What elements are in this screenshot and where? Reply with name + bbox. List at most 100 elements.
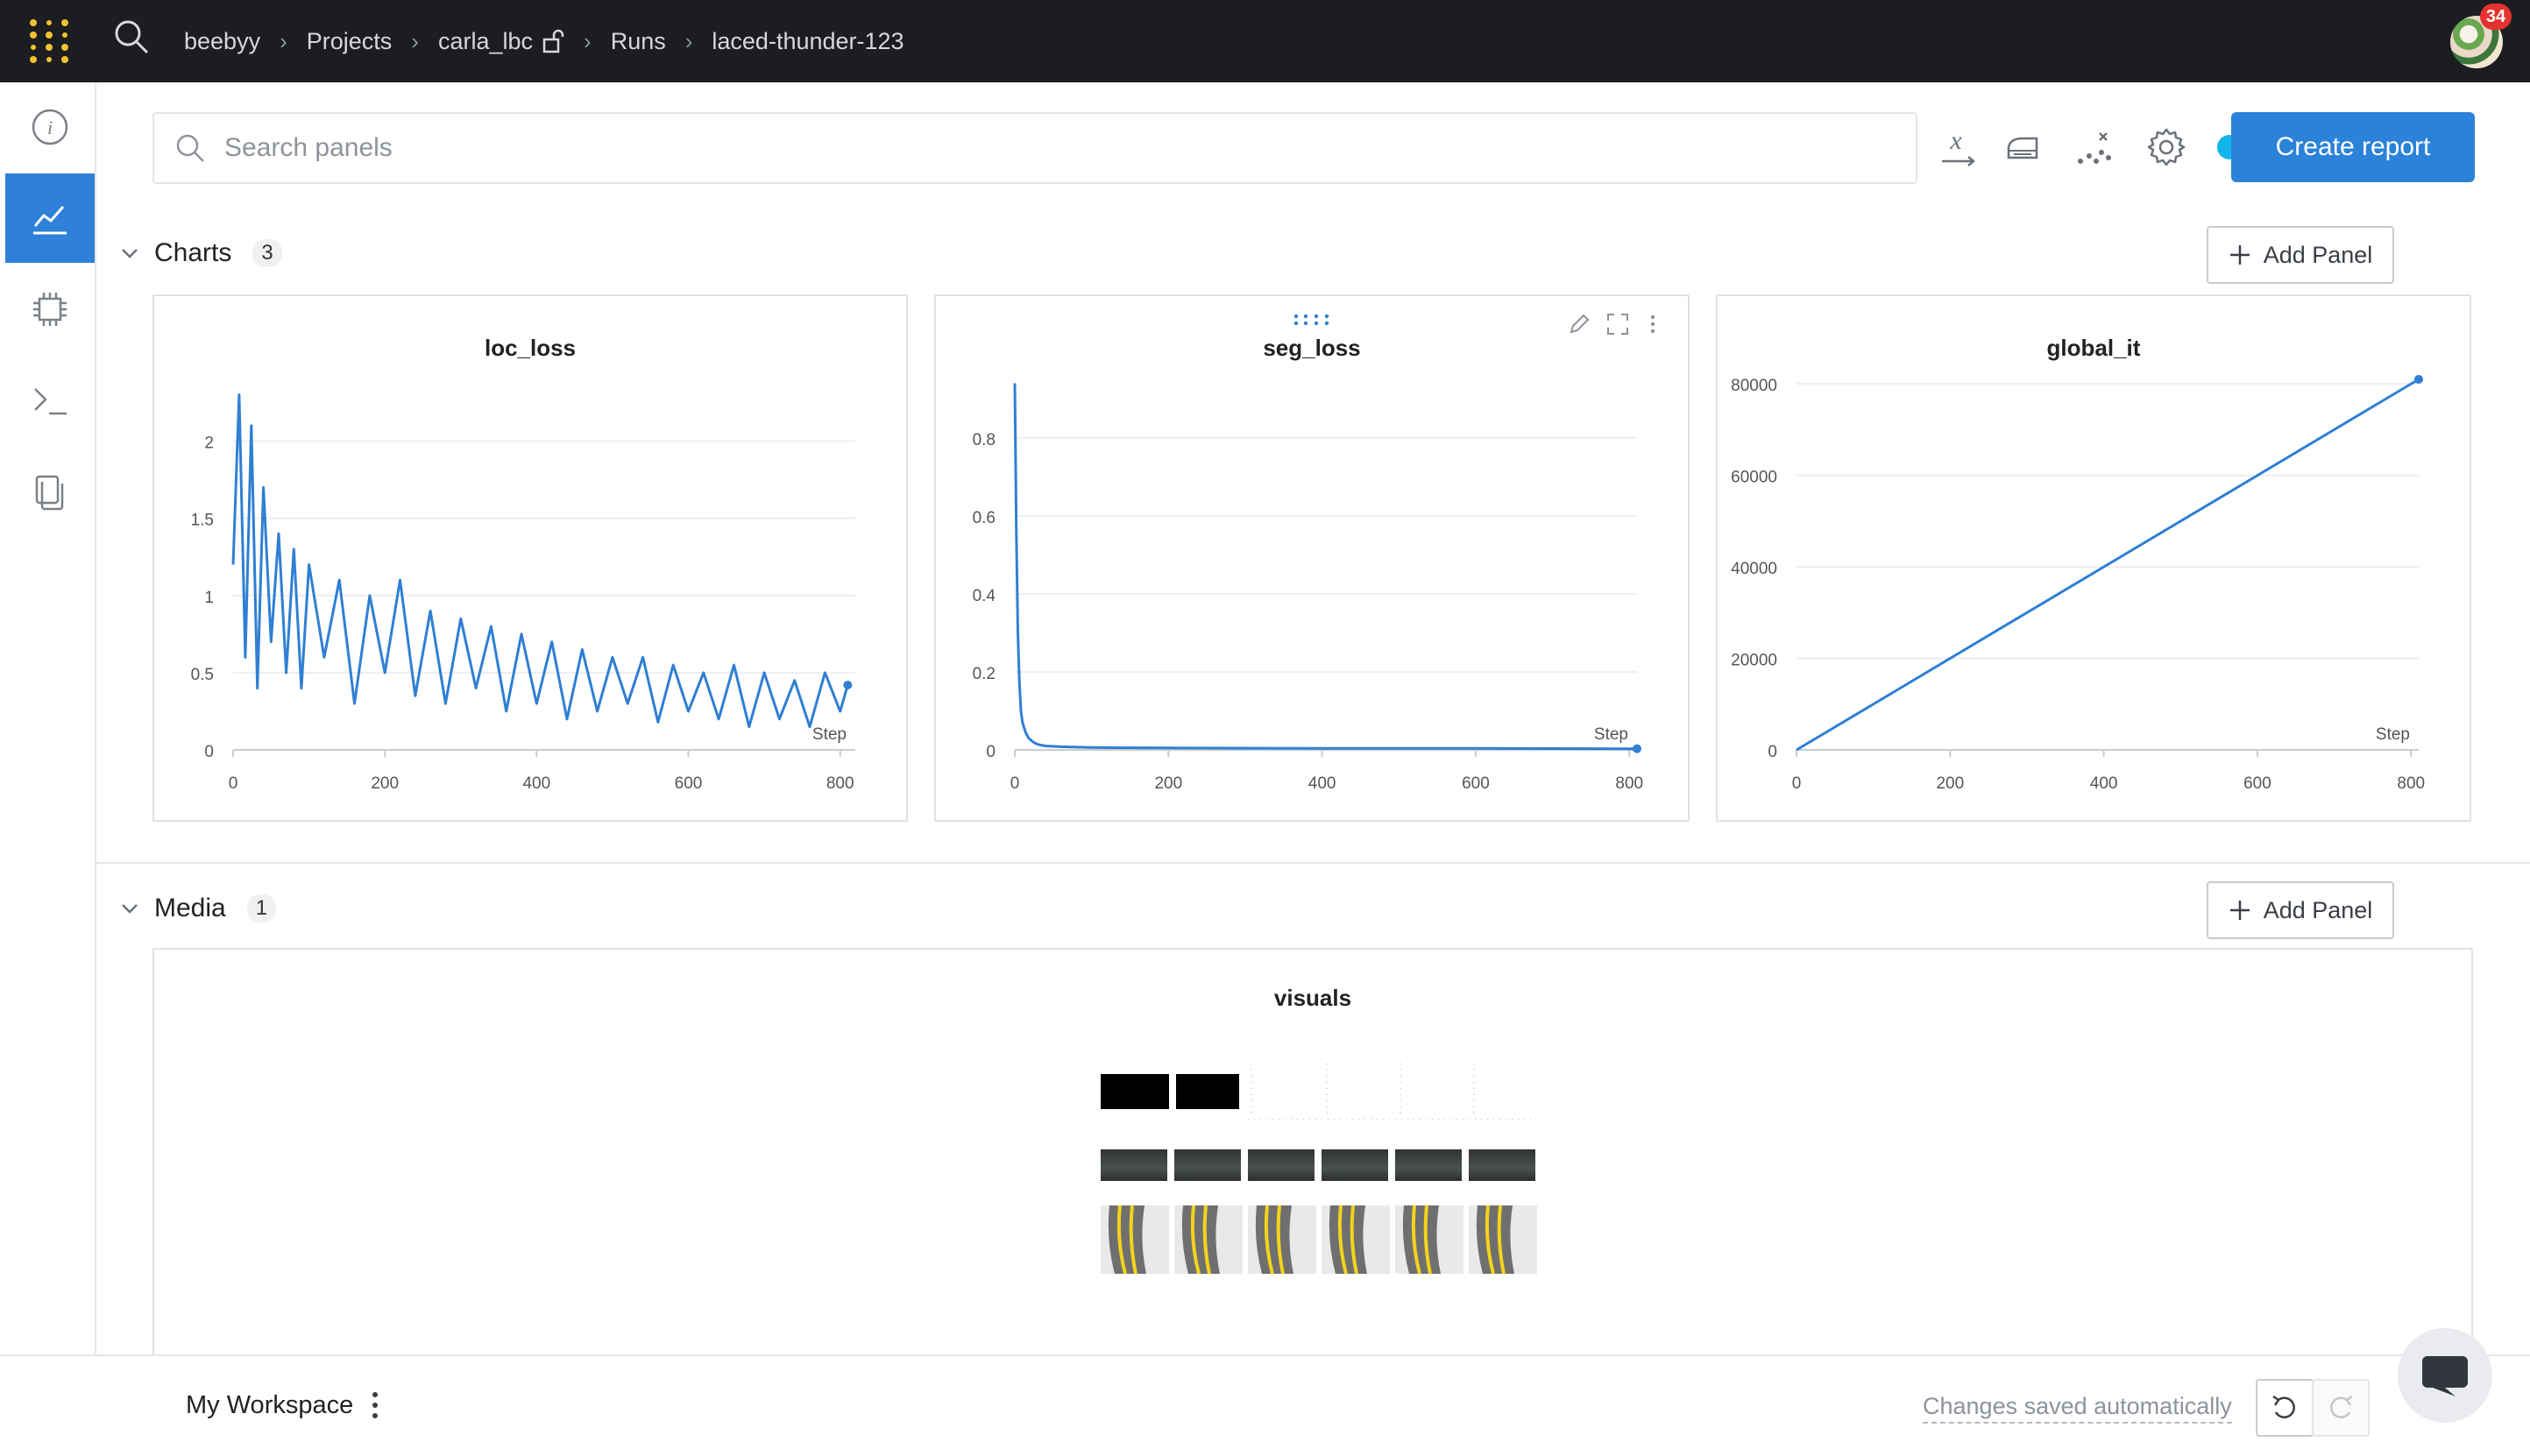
media-image[interactable]: [1395, 1205, 1463, 1274]
charts-section-title: Charts: [154, 238, 232, 267]
smoothing-button[interactable]: [2000, 124, 2045, 170]
left-sidebar: i: [0, 82, 96, 1454]
section-divider: [96, 862, 2530, 864]
chart-panel-loc-loss[interactable]: loc_loss 0 0.5 1 1.5 2 0 200 400 600 800 Step: [152, 294, 908, 822]
settings-button[interactable]: [2144, 124, 2189, 170]
top-bar: beebyy › Projects › carla_lbc › Runs › l…: [0, 0, 2530, 82]
loc-loss-plot[interactable]: 0 0.5 1 1.5 2 0 200 400 600 800 Step: [154, 296, 906, 820]
breadcrumb-runs[interactable]: Runs: [611, 28, 666, 55]
breadcrumb-projects[interactable]: Projects: [307, 28, 393, 55]
media-image[interactable]: [1322, 1149, 1388, 1181]
charts-section-count: 3: [252, 239, 282, 267]
charts-add-panel-label: Add Panel: [2263, 241, 2373, 268]
sidebar-item-overview[interactable]: i: [5, 82, 95, 172]
x-axis-label: Step: [2376, 725, 2410, 744]
y-tick-label: 0: [1768, 743, 1777, 761]
y-tick-label: 60000: [1731, 469, 1777, 487]
series-end-point: [2414, 375, 2423, 384]
plus-icon: [2229, 901, 2250, 920]
workspace-main: x Create report Charts 3: [96, 82, 2530, 1361]
x-tick-label: 200: [1936, 774, 1964, 793]
lock-icon: [542, 29, 564, 53]
breadcrumb-user[interactable]: beebyy: [184, 28, 260, 55]
undo-button[interactable]: [2256, 1379, 2314, 1437]
x-tick-label: 600: [2243, 774, 2271, 793]
notification-badge[interactable]: 34: [2480, 4, 2512, 30]
series-line: [1796, 378, 2420, 752]
chevron-right-icon: ›: [411, 27, 419, 54]
media-image[interactable]: [1101, 1149, 1167, 1181]
breadcrumb-run[interactable]: laced-thunder-123: [712, 28, 904, 55]
media-image[interactable]: [1174, 1205, 1243, 1274]
y-tick-label: 0: [986, 743, 996, 761]
x-tick-label: 400: [2090, 774, 2118, 793]
road-surface: [1402, 1205, 1441, 1274]
y-tick-label: 1: [204, 589, 214, 607]
sidebar-item-logs[interactable]: [5, 356, 95, 445]
road-surface: [1255, 1205, 1293, 1274]
media-image[interactable]: [1322, 1205, 1390, 1274]
y-tick-label: 1.5: [191, 512, 214, 530]
media-section-toggle[interactable]: Media 1: [117, 894, 277, 923]
media-image-blank[interactable]: [1248, 1062, 1537, 1123]
media-image[interactable]: [1248, 1149, 1315, 1181]
y-tick-label: 40000: [1731, 560, 1777, 578]
x-tick-label: 800: [1615, 774, 1643, 793]
sidebar-item-system[interactable]: [5, 265, 95, 354]
seg-loss-plot[interactable]: 0 0.2 0.4 0.6 0.8 0 200 400 600 800 Step: [936, 296, 1688, 820]
media-image[interactable]: [1469, 1149, 1535, 1181]
svg-text:i: i: [47, 117, 53, 138]
save-status: Changes saved automatically: [1923, 1393, 2232, 1424]
sidebar-item-charts[interactable]: [5, 173, 95, 263]
svg-text:x: x: [1949, 126, 1962, 155]
breadcrumb: beebyy › Projects › carla_lbc › Runs › l…: [184, 0, 904, 82]
global-it-plot[interactable]: 0 20000 40000 60000 80000 0 200 400 600 800 Step: [1718, 296, 2470, 820]
create-report-button[interactable]: Create report: [2231, 112, 2475, 182]
outliers-icon: [2078, 132, 2111, 164]
series-end-point: [843, 680, 853, 689]
chart-panel-global-it[interactable]: global_it 0 20000 40000 60000 80000 0 200 400 60…: [1716, 294, 2471, 822]
x-tick-label: 800: [826, 774, 854, 793]
x-axis-icon: x: [1942, 126, 1975, 166]
breadcrumb-project-label: carla_lbc: [437, 27, 534, 54]
road-surface: [1108, 1205, 1146, 1274]
workspace-menu-icon[interactable]: [366, 1388, 384, 1423]
search-input[interactable]: [223, 132, 1891, 164]
media-panel-visuals[interactable]: visuals: [152, 948, 2473, 1361]
charts-section-toggle[interactable]: Charts 3: [117, 238, 282, 268]
series-end-point: [1633, 744, 1641, 753]
logo-icon[interactable]: [25, 16, 74, 65]
media-image[interactable]: [1101, 1205, 1169, 1274]
x-axis-button[interactable]: x: [1935, 124, 1981, 170]
x-tick-label: 200: [1154, 774, 1182, 793]
chat-button[interactable]: [2398, 1328, 2492, 1423]
x-tick-label: 0: [229, 774, 238, 793]
media-image[interactable]: [1395, 1149, 1462, 1181]
breadcrumb-project[interactable]: carla_lbc: [438, 28, 564, 55]
undo-icon: [2272, 1395, 2295, 1418]
redo-icon: [2330, 1395, 2353, 1418]
media-image[interactable]: [1248, 1205, 1316, 1274]
media-image[interactable]: [1101, 1074, 1169, 1109]
media-image[interactable]: [1176, 1074, 1239, 1109]
road-surface: [1476, 1205, 1514, 1274]
x-tick-label: 0: [1792, 774, 1802, 793]
redo-button[interactable]: [2312, 1379, 2370, 1437]
search-icon: [176, 134, 204, 162]
workspace-name[interactable]: My Workspace: [186, 1391, 353, 1420]
outliers-button[interactable]: [2072, 124, 2117, 170]
x-tick-label: 200: [371, 774, 399, 793]
chevron-right-icon: ›: [280, 27, 287, 54]
media-panel-title: visuals: [1273, 985, 1352, 1011]
media-add-panel-button[interactable]: Add Panel: [2207, 881, 2394, 939]
media-image[interactable]: [1469, 1205, 1537, 1274]
search-panels-box[interactable]: [152, 112, 1917, 184]
sidebar-item-files[interactable]: [5, 447, 95, 536]
terminal-icon: [34, 388, 67, 415]
search-icon[interactable]: [112, 18, 151, 56]
chart-panel-seg-loss[interactable]: seg_loss 0 0.2 0.4 0.6 0.8 0 200 400 600 800 Step: [934, 294, 1690, 822]
series-line: [231, 393, 849, 729]
chevron-right-icon: ›: [584, 27, 592, 54]
charts-add-panel-button[interactable]: Add Panel: [2207, 226, 2394, 284]
media-image[interactable]: [1174, 1149, 1241, 1181]
